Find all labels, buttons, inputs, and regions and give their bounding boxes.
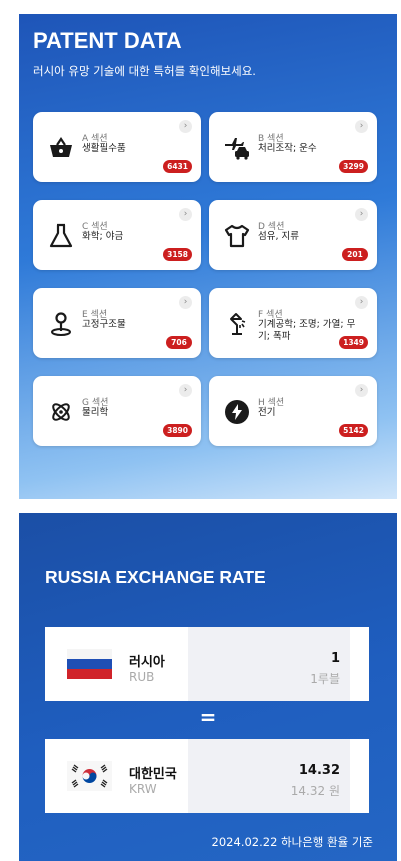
- count-badge: 3890: [163, 424, 192, 437]
- rate-row-krw: 대한민국 KRW 14.32 14.32 원: [45, 739, 369, 813]
- section-card-c[interactable]: C 섹션 화학; 야금 › 3158: [33, 200, 201, 270]
- exchange-title: RUSSIA EXCHANGE RATE: [45, 567, 266, 587]
- section-card-e[interactable]: E 섹션 고정구조물 › 706: [33, 288, 201, 358]
- count-badge: 3299: [339, 160, 368, 173]
- section-card-a[interactable]: A 섹션 생활필수품 › 6431: [33, 112, 201, 182]
- chevron-right-icon: ›: [355, 384, 368, 397]
- airplane-car-icon: [223, 134, 251, 162]
- chevron-right-icon: ›: [355, 208, 368, 221]
- russia-flag-icon: [67, 649, 112, 679]
- patent-panel: PATENT DATA 러시아 유망 기술에 대한 특허를 확인해보세요. A …: [19, 14, 397, 499]
- rate-amount-area: [188, 627, 350, 701]
- patent-subtitle: 러시아 유망 기술에 대한 특허를 확인해보세요.: [33, 64, 256, 78]
- section-desc: 섬유, 지류: [258, 231, 299, 242]
- section-desc: 전기: [258, 407, 276, 418]
- section-card-h[interactable]: H 섹션 전기 › 5142: [209, 376, 377, 446]
- rate-unit: 1루블: [310, 672, 340, 686]
- patent-title: PATENT DATA: [33, 28, 182, 53]
- shirt-icon: [223, 222, 251, 250]
- section-desc: 생활필수품: [82, 143, 126, 154]
- rate-amount: 14.32: [298, 763, 340, 778]
- chevron-right-icon: ›: [179, 384, 192, 397]
- section-card-d[interactable]: D 섹션 섬유, 지류 › 201: [209, 200, 377, 270]
- rate-amount: 1: [330, 651, 340, 666]
- atom-icon: [47, 398, 75, 426]
- location-pin-icon: [47, 310, 75, 338]
- flask-icon: [47, 222, 75, 250]
- exchange-note: 2024.02.22 하나은행 환율 기준: [211, 835, 373, 849]
- korea-flag-icon: [67, 761, 112, 791]
- exchange-panel: RUSSIA EXCHANGE RATE 러시아 RUB 1 1루블 = 대한민…: [19, 513, 397, 861]
- rate-row-rub: 러시아 RUB 1 1루블: [45, 627, 369, 701]
- count-badge: 1349: [339, 336, 368, 349]
- section-desc: 처리조작; 운수: [258, 143, 317, 154]
- count-badge: 3158: [163, 248, 192, 261]
- section-desc: 물리학: [82, 407, 109, 418]
- country-name: 대한민국: [129, 767, 177, 782]
- equals-sign: =: [199, 705, 217, 729]
- rate-unit: 14.32 원: [290, 784, 340, 798]
- count-badge: 706: [166, 336, 192, 349]
- chevron-right-icon: ›: [179, 208, 192, 221]
- count-badge: 6431: [163, 160, 192, 173]
- lightning-icon: [223, 398, 251, 426]
- section-card-g[interactable]: G 섹션 물리학 › 3890: [33, 376, 201, 446]
- chevron-right-icon: ›: [179, 120, 192, 133]
- section-card-f[interactable]: F 섹션 기계공학; 조명; 가열; 무기; 폭파 › 1349: [209, 288, 377, 358]
- section-desc: 고정구조물: [82, 319, 126, 330]
- chevron-right-icon: ›: [179, 296, 192, 309]
- section-card-b[interactable]: B 섹션 처리조작; 운수 › 3299: [209, 112, 377, 182]
- desk-lamp-icon: [223, 310, 251, 338]
- shopping-basket-icon: [47, 134, 75, 162]
- count-badge: 201: [342, 248, 368, 261]
- chevron-right-icon: ›: [355, 296, 368, 309]
- currency-code: KRW: [129, 782, 157, 796]
- section-desc: 화학; 야금: [82, 231, 124, 242]
- count-badge: 5142: [339, 424, 368, 437]
- currency-code: RUB: [129, 670, 155, 684]
- country-name: 러시아: [129, 655, 165, 670]
- chevron-right-icon: ›: [355, 120, 368, 133]
